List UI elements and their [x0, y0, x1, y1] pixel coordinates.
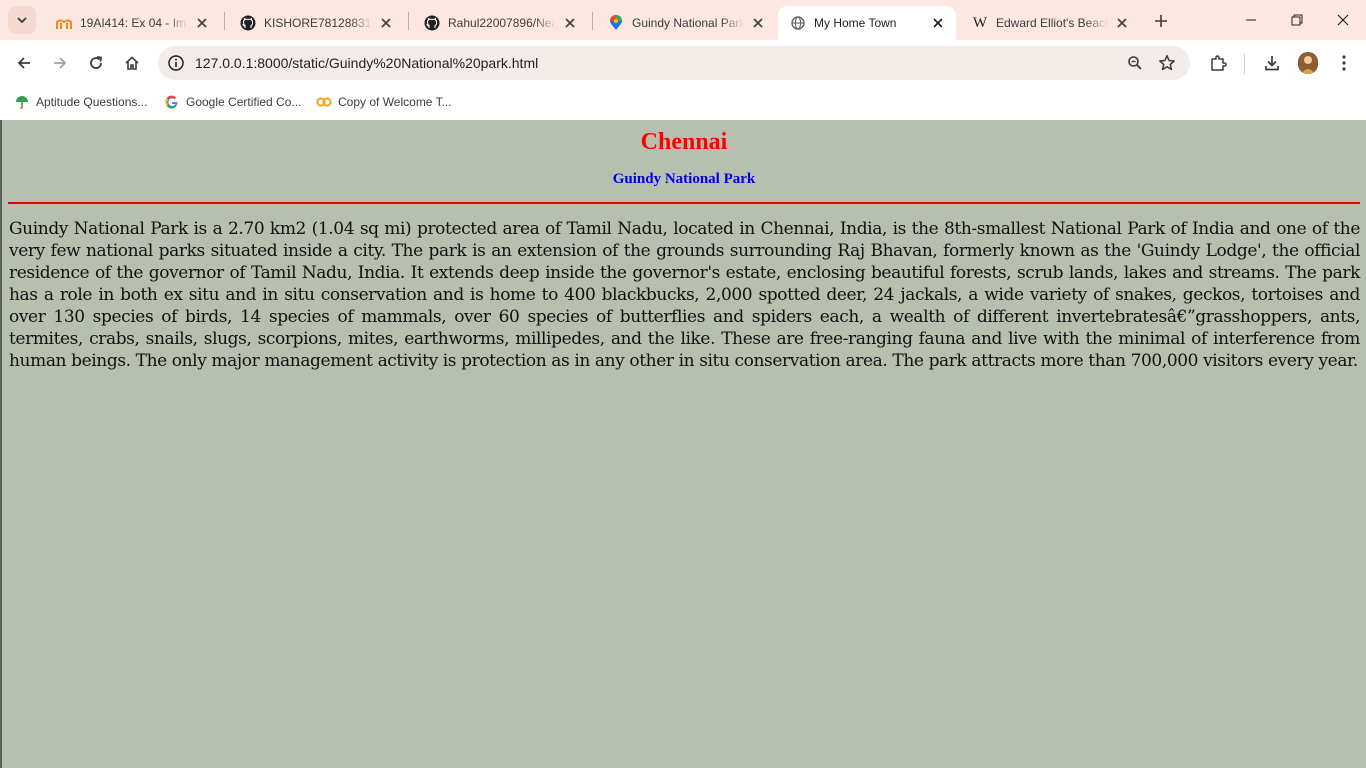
tab-3[interactable]: Rahul22007896/Near — [412, 6, 588, 40]
menu-button[interactable] — [1330, 49, 1358, 77]
tab-title: Rahul22007896/Near — [448, 16, 556, 30]
globe-icon — [790, 15, 806, 31]
restore-button[interactable] — [1274, 0, 1320, 40]
tab-5-active[interactable]: My Home Town — [778, 6, 956, 40]
google-icon — [164, 94, 180, 110]
minimize-icon — [1246, 19, 1256, 21]
url-text[interactable]: 127.0.0.1:8000/static/Guindy%20National%… — [195, 46, 538, 80]
more-vert-icon — [1342, 55, 1346, 71]
page-subtitle: Guindy National Park — [612, 171, 756, 187]
tab-title: Edward Elliot's Beach — [996, 16, 1108, 30]
download-icon — [1265, 56, 1279, 71]
address-bar[interactable]: 127.0.0.1:8000/static/Guindy%20National%… — [158, 46, 1190, 80]
close-icon[interactable] — [562, 15, 578, 31]
umbrella-icon — [14, 94, 30, 110]
restore-icon — [1291, 14, 1303, 26]
github-icon — [424, 15, 440, 31]
close-icon[interactable] — [194, 15, 210, 31]
bookmark-star-icon[interactable] — [1155, 51, 1179, 75]
horizontal-rule — [8, 202, 1360, 204]
tab-2[interactable]: KISHORE781288316… — [228, 6, 404, 40]
bookmark-aptitude[interactable]: Aptitude Questions... — [14, 91, 147, 113]
forward-button[interactable] — [46, 49, 74, 77]
reload-button[interactable] — [82, 49, 110, 77]
bookmark-copy-of-welcome[interactable]: Copy of Welcome T... — [316, 91, 452, 113]
puzzle-icon — [1211, 55, 1227, 71]
close-icon — [1337, 14, 1349, 26]
tab-6[interactable]: W Edward Elliot's Beach — [960, 6, 1140, 40]
google-maps-icon — [608, 15, 624, 31]
downloads-button[interactable] — [1258, 49, 1286, 77]
chevron-down-icon — [17, 17, 27, 24]
new-tab-button[interactable] — [1148, 8, 1174, 34]
bookmarks-bar: Aptitude Questions... Google Certified C… — [0, 86, 1366, 120]
wikipedia-icon: W — [972, 14, 988, 31]
tab-1[interactable]: 19AI414: Ex 04 - Imag — [44, 6, 220, 40]
close-window-button[interactable] — [1320, 0, 1366, 40]
bookmark-label: Aptitude Questions... — [36, 95, 148, 109]
tab-title: 19AI414: Ex 04 - Imag — [80, 16, 188, 30]
tab-search-button[interactable] — [8, 6, 36, 34]
coursera-icon — [316, 94, 332, 110]
extensions-button[interactable] — [1204, 49, 1232, 77]
minimize-button[interactable] — [1228, 0, 1274, 40]
tab-4[interactable]: Guindy National Park — [596, 6, 776, 40]
page-viewport: Chennai Guindy National Park Guindy Nati… — [0, 120, 1366, 768]
close-icon[interactable] — [750, 15, 766, 31]
moodle-icon — [56, 15, 72, 31]
zoom-icon[interactable] — [1123, 51, 1147, 75]
tab-title: KISHORE781288316… — [264, 16, 372, 30]
home-icon — [125, 56, 139, 70]
site-info-icon[interactable] — [164, 51, 188, 75]
tab-strip: 19AI414: Ex 04 - Imag KISHORE781288316… … — [0, 0, 1366, 40]
close-icon[interactable] — [378, 15, 394, 31]
plus-icon — [1155, 15, 1167, 27]
tab-title: Guindy National Park — [632, 16, 744, 30]
article-paragraph: Guindy National Park is a 2.70 km2 (1.04… — [9, 219, 1360, 371]
home-button[interactable] — [118, 49, 146, 77]
tab-divider — [592, 12, 593, 30]
tab-divider — [224, 12, 225, 30]
tab-divider — [408, 12, 409, 30]
profile-avatar[interactable] — [1298, 52, 1318, 74]
tab-title: My Home Town — [814, 16, 897, 30]
toolbar-divider — [1244, 54, 1245, 74]
close-icon[interactable] — [930, 15, 946, 31]
back-button[interactable] — [10, 49, 38, 77]
toolbar: 127.0.0.1:8000/static/Guindy%20National%… — [0, 40, 1366, 86]
bookmark-google-certified[interactable]: Google Certified Co... — [164, 91, 301, 113]
avatar-icon — [1298, 52, 1318, 74]
page-title: Chennai — [640, 129, 728, 155]
github-icon — [240, 15, 256, 31]
arrow-left-icon — [17, 57, 30, 69]
close-icon[interactable] — [1114, 15, 1130, 31]
reload-icon — [90, 56, 103, 69]
bookmark-label: Google Certified Co... — [186, 95, 302, 109]
arrow-right-icon — [54, 57, 67, 69]
bookmark-label: Copy of Welcome T... — [338, 95, 452, 109]
